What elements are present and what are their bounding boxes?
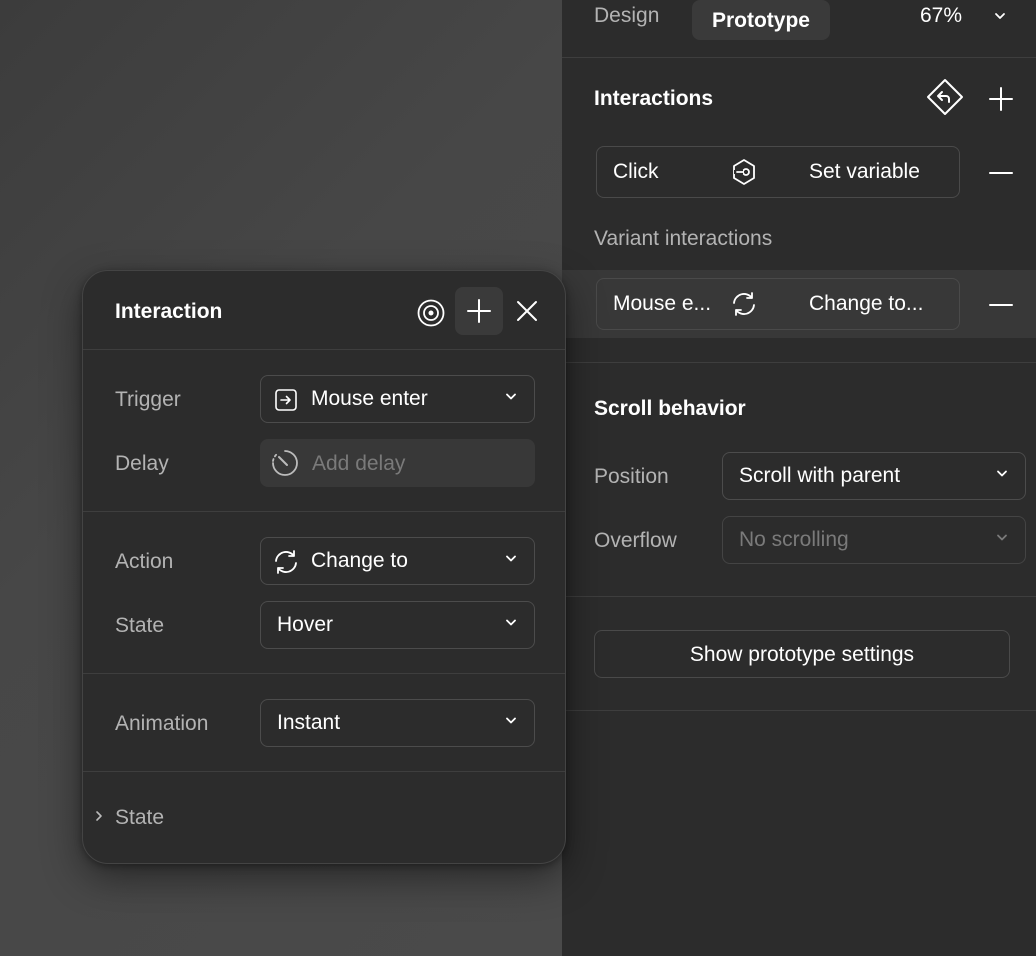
delay-label: Delay [115,452,169,475]
show-prototype-settings-label: Show prototype settings [689,642,915,666]
delay-input[interactable]: Add delay [260,439,535,487]
tab-prototype[interactable]: Prototype [692,0,830,40]
timer-icon [270,448,300,483]
state-value: Hover [277,613,334,636]
state-label: State [115,614,165,637]
change-to-icon [271,547,301,582]
add-action-button[interactable] [455,287,503,335]
chevron-down-icon [995,467,1009,486]
position-label: Position [594,465,669,488]
show-prototype-settings-button[interactable]: Show prototype settings [594,630,1010,678]
mouse-enter-icon [273,387,299,418]
delay-placeholder: Add delay [312,452,406,475]
properties-panel: Design Prototype 67% Interactions Click … [562,0,1036,956]
zoom-level[interactable]: 67% [920,5,962,26]
chevron-down-icon [504,714,518,733]
add-interaction-icon[interactable] [986,84,1016,114]
variant-interactions-title: Variant interactions [594,227,773,250]
chevron-down-icon [504,616,518,635]
overflow-select[interactable]: No scrolling [722,516,1026,564]
tab-prototype-label: Prototype [711,8,810,32]
divider [83,771,565,772]
chevron-down-icon [504,390,518,409]
close-icon[interactable] [511,295,543,327]
variant-interaction-trigger: Mouse e... [613,292,712,315]
chevron-down-icon[interactable] [990,6,1010,31]
interaction-trigger: Click [613,160,659,183]
divider [83,349,565,350]
chevron-down-icon [995,531,1009,550]
set-variable-icon [729,157,759,192]
variant-interaction-row[interactable]: Mouse e... Change to... [596,278,960,330]
state-select[interactable]: Hover [260,601,535,649]
state-section-toggle[interactable]: State [83,791,565,843]
remove-interaction-icon[interactable] [986,158,1016,188]
interactions-title: Interactions [594,87,714,110]
interaction-action: Set variable [809,160,920,183]
divider [562,596,1036,597]
plus-icon [467,299,491,323]
tab-design[interactable]: Design [594,5,659,26]
flow-starting-point-icon[interactable] [926,78,964,116]
trigger-select[interactable]: Mouse enter [260,375,535,423]
target-icon[interactable] [413,295,449,331]
animation-label: Animation [115,712,209,735]
overflow-value: No scrolling [739,528,849,551]
change-to-icon [729,289,759,324]
position-select[interactable]: Scroll with parent [722,452,1026,500]
action-label: Action [115,550,174,573]
chevron-down-icon [504,552,518,571]
remove-variant-interaction-icon[interactable] [986,290,1016,320]
divider [562,362,1036,363]
action-select[interactable]: Change to [260,537,535,585]
chevron-right-icon [93,809,105,827]
overflow-label: Overflow [594,529,677,552]
trigger-label: Trigger [115,388,181,411]
animation-select[interactable]: Instant [260,699,535,747]
divider [562,710,1036,711]
animation-value: Instant [277,711,341,734]
state-section-label: State [115,806,165,829]
divider [83,673,565,674]
divider [83,511,565,512]
divider [562,57,1036,58]
popup-title: Interaction [115,300,223,323]
interaction-popup[interactable]: Interaction Trigger Mouse enter Delay Ad… [82,270,566,864]
variant-interaction-action: Change to... [809,292,924,315]
interaction-row[interactable]: Click Set variable [596,146,960,198]
scroll-behavior-title: Scroll behavior [594,397,746,420]
position-value: Scroll with parent [739,464,901,487]
